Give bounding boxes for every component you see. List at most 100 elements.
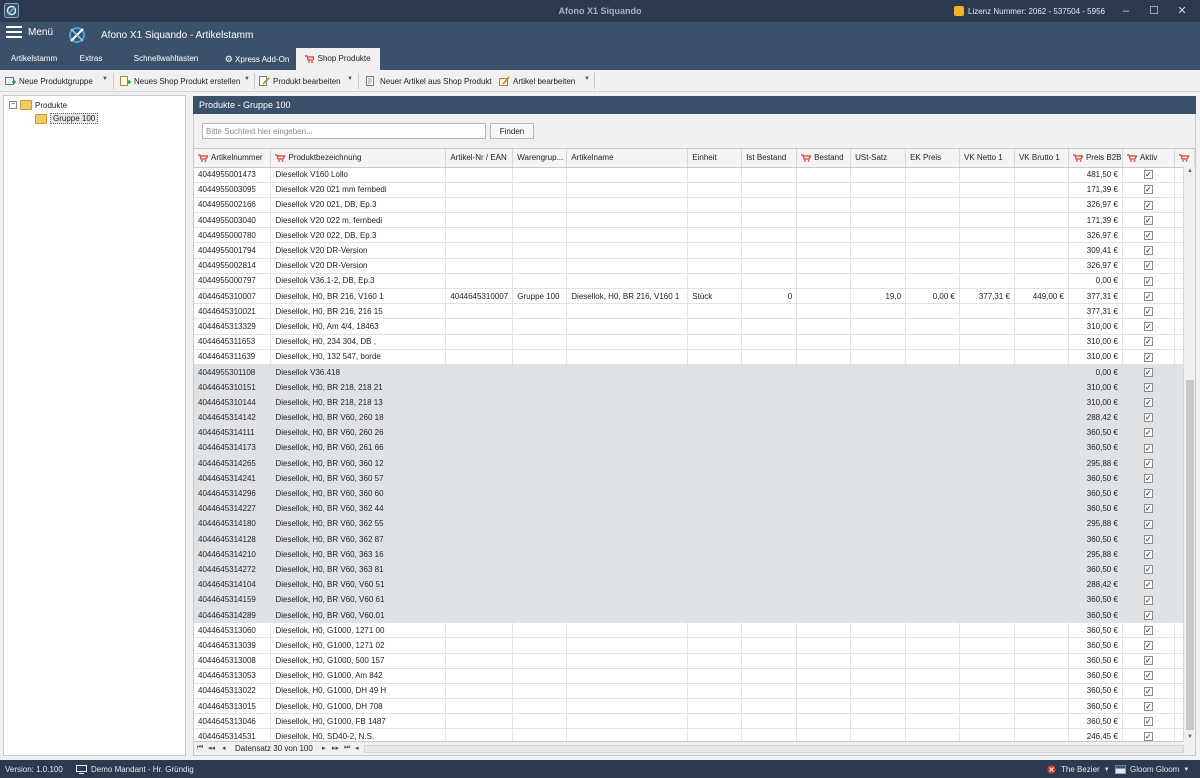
table-cell[interactable]: 4044645314210 — [194, 546, 272, 563]
table-cell[interactable] — [566, 242, 689, 259]
table-cell[interactable] — [1014, 258, 1069, 274]
table-cell[interactable] — [850, 258, 907, 274]
table-cell[interactable] — [850, 683, 907, 700]
aktiv-checkbox[interactable]: ✓ — [1143, 246, 1153, 256]
table-cell[interactable] — [905, 698, 960, 715]
aktiv-checkbox[interactable]: ✓ — [1143, 261, 1153, 271]
table-cell[interactable] — [850, 303, 907, 320]
aktiv-checkbox[interactable]: ✓ — [1143, 352, 1153, 362]
table-cell[interactable] — [959, 303, 1015, 320]
table-cell[interactable]: 4044955003095 — [194, 182, 272, 198]
table-cell[interactable]: 377,31 € — [1068, 288, 1123, 305]
table-cell[interactable] — [566, 546, 689, 563]
table-cell[interactable] — [445, 561, 514, 578]
previous-record-button[interactable]: ◂ — [222, 744, 226, 752]
table-row[interactable]: 4044645313039 Diesellok, H0, G1000, 1271 … — [194, 637, 1195, 654]
table-cell[interactable] — [687, 273, 743, 290]
table-cell[interactable] — [687, 607, 743, 624]
table-cell[interactable]: 360,50 € — [1068, 653, 1123, 669]
table-cell[interactable] — [512, 334, 568, 350]
aktiv-cell[interactable]: ✓ — [1122, 440, 1175, 457]
table-row[interactable]: 4044955001473 Diesellok V160 Lollo 481,50 … — [194, 167, 1195, 183]
table-cell[interactable]: 4044645314531 — [194, 728, 272, 741]
aktiv-cell[interactable]: ✓ — [1122, 182, 1175, 198]
table-cell[interactable]: 0,00 € — [905, 288, 960, 305]
table-cell[interactable] — [1014, 334, 1069, 350]
table-cell[interactable] — [512, 698, 568, 715]
table-cell[interactable] — [905, 425, 960, 441]
table-cell[interactable] — [905, 227, 960, 244]
table-cell[interactable] — [905, 379, 960, 396]
dropdown-arrow-icon[interactable]: ▼ — [584, 76, 590, 82]
table-cell[interactable] — [741, 242, 798, 259]
table-cell[interactable]: 360,50 € — [1068, 561, 1123, 578]
table-cell[interactable] — [850, 364, 907, 381]
column-header[interactable]: USt-Satz — [850, 149, 907, 168]
table-cell[interactable] — [905, 592, 960, 608]
aktiv-cell[interactable]: ✓ — [1122, 258, 1175, 274]
aktiv-cell[interactable]: ✓ — [1122, 470, 1175, 487]
table-cell[interactable] — [687, 182, 743, 198]
table-cell[interactable]: 4044645310144 — [194, 394, 272, 411]
table-cell[interactable] — [850, 167, 907, 183]
aktiv-checkbox[interactable]: ✓ — [1143, 671, 1153, 681]
aktiv-checkbox[interactable]: ✓ — [1143, 701, 1153, 711]
table-cell[interactable]: Diesellok, H0, BR 218, 218 21 — [270, 379, 447, 396]
aktiv-checkbox[interactable]: ✓ — [1143, 549, 1153, 559]
aktiv-checkbox[interactable]: ✓ — [1143, 337, 1153, 347]
table-cell[interactable]: 326,97 € — [1068, 197, 1123, 214]
table-cell[interactable]: 19,0 — [850, 288, 907, 305]
table-cell[interactable] — [512, 728, 568, 741]
table-cell[interactable]: 4044645314111 — [194, 425, 272, 441]
table-cell[interactable] — [796, 592, 852, 608]
table-cell[interactable] — [445, 303, 514, 320]
table-cell[interactable] — [796, 470, 852, 487]
column-header[interactable] — [1174, 149, 1195, 168]
table-cell[interactable] — [741, 212, 798, 229]
table-cell[interactable]: Diesellok, H0, BR V60, 260 18 — [270, 410, 447, 426]
table-cell[interactable] — [1014, 622, 1069, 639]
table-cell[interactable]: 4044645311639 — [194, 349, 272, 365]
table-cell[interactable] — [796, 258, 852, 274]
table-cell[interactable] — [1014, 379, 1069, 396]
table-cell[interactable]: Diesellok, H0, G1000, 1271 02 — [270, 637, 447, 654]
table-cell[interactable] — [796, 698, 852, 715]
table-row[interactable]: 4044645314296 Diesellok, H0, BR V60, 360 … — [194, 485, 1195, 502]
table-cell[interactable] — [566, 349, 689, 365]
table-cell[interactable] — [566, 592, 689, 608]
table-cell[interactable] — [1014, 425, 1069, 441]
table-cell[interactable] — [687, 167, 743, 183]
table-cell[interactable] — [512, 318, 568, 335]
table-cell[interactable]: Diesellok V20 022, DB, Ep.3 — [270, 227, 447, 244]
table-cell[interactable] — [445, 516, 514, 533]
table-cell[interactable] — [796, 364, 852, 381]
table-cell[interactable] — [959, 531, 1015, 548]
table-cell[interactable]: Diesellok, H0, BR 218, 218 13 — [270, 394, 447, 411]
table-cell[interactable] — [566, 379, 689, 396]
table-cell[interactable] — [566, 425, 689, 441]
table-cell[interactable] — [905, 485, 960, 502]
table-cell[interactable] — [445, 197, 514, 214]
table-cell[interactable]: 4044645310007 — [194, 288, 272, 305]
table-cell[interactable] — [850, 577, 907, 593]
table-cell[interactable] — [687, 485, 743, 502]
table-cell[interactable] — [445, 410, 514, 426]
column-header[interactable]: Aktiv — [1122, 149, 1175, 168]
table-cell[interactable] — [959, 622, 1015, 639]
table-cell[interactable] — [741, 470, 798, 487]
table-row[interactable]: 4044645310021 Diesellok, H0, BR 216, 216 … — [194, 303, 1195, 320]
table-cell[interactable] — [445, 318, 514, 335]
table-cell[interactable] — [959, 379, 1015, 396]
table-cell[interactable] — [796, 197, 852, 214]
scroll-down-icon[interactable]: ▼ — [1184, 734, 1196, 740]
table-cell[interactable] — [1014, 516, 1069, 533]
table-cell[interactable]: 360,50 € — [1068, 683, 1123, 700]
table-cell[interactable] — [905, 334, 960, 350]
table-cell[interactable] — [741, 455, 798, 472]
table-cell[interactable] — [741, 182, 798, 198]
table-cell[interactable] — [741, 425, 798, 441]
aktiv-checkbox[interactable]: ✓ — [1143, 276, 1153, 286]
table-row[interactable]: 4044645313329 Diesellok, H0, Am 4/4, 1846… — [194, 318, 1195, 335]
table-cell[interactable] — [905, 182, 960, 198]
table-cell[interactable] — [687, 197, 743, 214]
